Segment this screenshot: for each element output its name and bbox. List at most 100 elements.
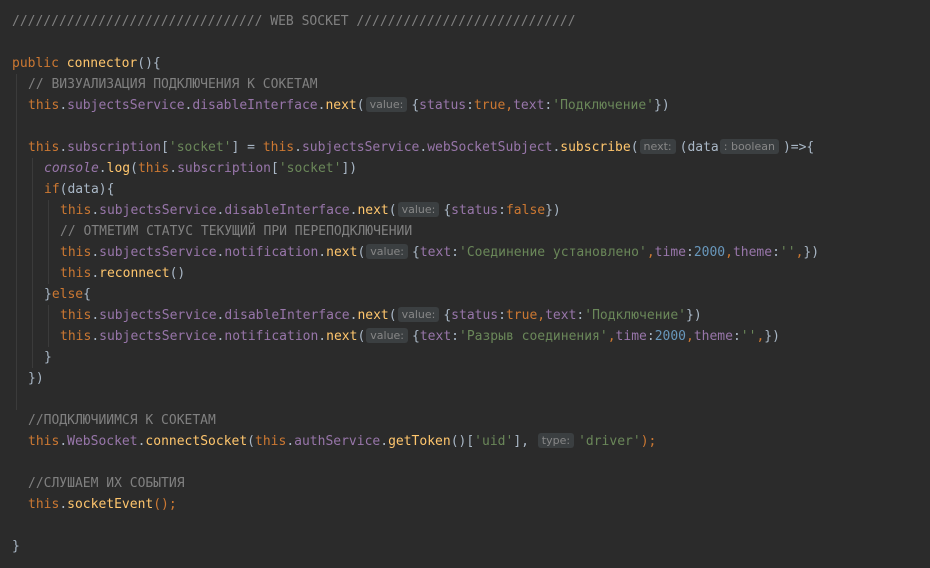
indent-guide (48, 200, 49, 284)
code-token: next (357, 308, 389, 323)
code-line: public connector(){ (12, 53, 161, 74)
code-token: . (91, 245, 100, 260)
code-token: time (654, 245, 686, 260)
code-token: subjectsService (67, 98, 185, 113)
code-token: theme (693, 329, 733, 344)
code-token: 'Подключение' (552, 98, 654, 113)
code-token: 2000 (693, 245, 726, 260)
code-line: } (44, 347, 52, 368)
code-line: this.WebSocket.connectSocket(this.authSe… (28, 431, 656, 452)
code-token: , (505, 98, 514, 113)
code-token: { (443, 308, 452, 323)
code-line: this.subjectsService.disableInterface.ne… (28, 95, 670, 116)
code-token: status (419, 98, 467, 113)
code-token: getToken (388, 434, 451, 449)
code-token: . (318, 329, 327, 344)
code-token: : (498, 203, 506, 218)
code-token: next (326, 245, 358, 260)
code-line: }) (28, 368, 44, 389)
code-token: : (451, 245, 459, 260)
code-line: if(data){ (44, 179, 114, 200)
code-token: subjectsService (99, 308, 217, 323)
code-token: false (505, 203, 546, 218)
code-token: this (28, 98, 60, 113)
code-token: webSocketSubject (427, 140, 553, 155)
code-token: this (60, 203, 92, 218)
code-token: ); (640, 434, 657, 449)
indent-guide (16, 74, 17, 410)
code-token: ] = (231, 140, 263, 155)
code-token: socketEvent (67, 497, 154, 512)
code-token: . (59, 140, 68, 155)
code-token: connector (66, 56, 138, 71)
code-token: '' (740, 329, 757, 344)
code-token: disableInterface (224, 203, 350, 218)
code-line: this.reconnect() (60, 263, 185, 284)
code-token: }) (654, 98, 670, 113)
code-token: { (411, 98, 420, 113)
code-token: : (772, 245, 780, 260)
code-token: else (51, 287, 84, 302)
code-token: next (325, 98, 357, 113)
code-token: : (466, 98, 474, 113)
code-token: if (44, 182, 60, 197)
code-line: this.subjectsService.notification.next(v… (60, 242, 819, 263)
code-token: this (60, 245, 92, 260)
code-token: this (255, 434, 287, 449)
code-token: // ОТМЕТИМ СТАТУС ТЕКУЩИЙ ПРИ ПЕРЕПОДКЛЮ… (60, 224, 413, 239)
code-token: subscription (67, 140, 162, 155)
code-token: 'Подключение' (584, 308, 686, 323)
parameter-hint: : boolean (719, 139, 779, 154)
code-token: { (443, 203, 452, 218)
code-token: text (513, 98, 545, 113)
code-token: subscribe (560, 140, 631, 155)
code-token: }) (545, 203, 561, 218)
code-token: . (169, 161, 178, 176)
code-token: //СЛУШАЕМ ИХ СОБЫТИЯ (28, 476, 185, 491)
code-token: { (412, 329, 420, 344)
code-line: } (12, 536, 20, 557)
code-token: text (545, 308, 577, 323)
code-token: ( (130, 161, 138, 176)
code-token: disableInterface (224, 308, 350, 323)
code-token: . (91, 308, 100, 323)
code-token: authService (294, 434, 381, 449)
code-token: . (59, 497, 68, 512)
code-token: ( (356, 98, 365, 113)
code-token: ( (357, 245, 366, 260)
code-token: [ (271, 161, 279, 176)
code-token: this (60, 266, 92, 281)
parameter-hint: next: (639, 139, 676, 154)
indent-guide (48, 305, 49, 347)
code-token: ( (388, 308, 397, 323)
code-token: 'Разрыв соединения' (459, 329, 608, 344)
code-token: , (686, 329, 694, 344)
code-token: ]) (341, 161, 358, 176)
code-token: reconnect (99, 266, 170, 281)
code-token: 'socket' (278, 161, 342, 176)
code-token: this (262, 140, 295, 155)
code-token: { (412, 245, 420, 260)
code-token: connectSocket (145, 434, 248, 449)
code-token: } (44, 287, 52, 302)
code-line: //ПОДКЛЮЧИИМСЯ К СОКЕТАМ (28, 410, 216, 431)
code-token: , (646, 245, 655, 260)
code-token: 'driver' (578, 434, 641, 449)
code-token: this (28, 434, 60, 449)
code-token: status (451, 203, 499, 218)
code-token: 'uid' (474, 434, 514, 449)
code-token: ( (247, 434, 255, 449)
code-token: ( (630, 140, 639, 155)
parameter-hint: value: (366, 328, 409, 343)
code-token: subjectsService (99, 203, 217, 218)
code-token: this (28, 140, 60, 155)
code-token: 'socket' (168, 140, 232, 155)
code-token: } (12, 539, 20, 554)
code-token: : (685, 245, 694, 260)
code-editor[interactable]: //////////////////////////////// WEB SOC… (0, 0, 930, 568)
code-token: }) (764, 329, 780, 344)
code-token: 'Соединение установлено' (459, 245, 647, 260)
code-line: // ВИЗУАЛИЗАЦИЯ ПОДКЛЮЧЕНИЯ К СОКЕТАМ (28, 74, 318, 95)
code-token: disableInterface (192, 98, 318, 113)
code-token: ], (513, 434, 537, 449)
